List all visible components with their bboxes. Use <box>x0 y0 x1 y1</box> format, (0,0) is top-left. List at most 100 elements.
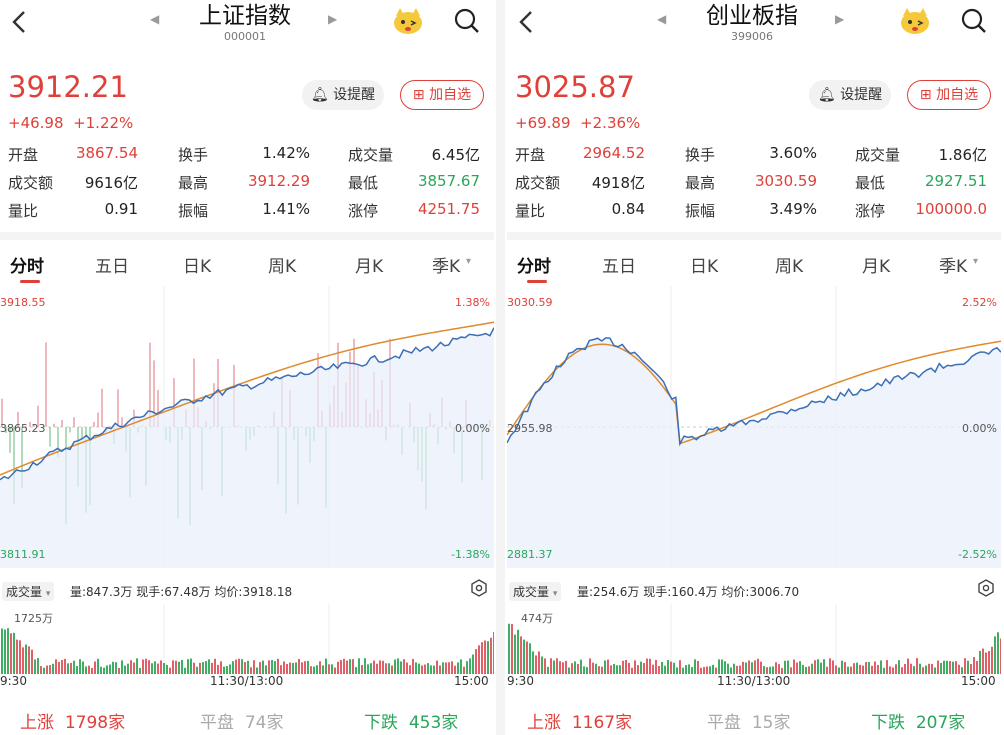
volume-down-bar <box>667 660 669 674</box>
section-separator <box>507 232 1001 240</box>
bell-icon: 🔔︎ <box>310 87 329 103</box>
chevron-left-icon[interactable] <box>6 6 34 36</box>
volume-down-bar <box>43 667 45 674</box>
add-favorite-button[interactable]: ⊞ 加自选 <box>907 80 991 110</box>
volume-up-bar <box>160 660 162 674</box>
volume-up-bar <box>475 649 477 674</box>
tab-5[interactable]: 季K <box>432 252 460 277</box>
volume-down-bar <box>967 660 969 674</box>
search-icon[interactable] <box>452 6 482 36</box>
volume-down-bar <box>961 667 963 674</box>
advancers-label: 上涨 <box>527 713 561 733</box>
mascot-icon[interactable] <box>899 6 931 36</box>
volume-chart-svg <box>1 604 494 674</box>
volume-down-bar <box>82 661 84 674</box>
volume-up-bar <box>538 651 540 674</box>
volume-down-bar <box>745 662 747 674</box>
triangle-right-icon[interactable]: ▶ <box>328 12 337 26</box>
volume-down-bar <box>580 659 582 674</box>
volume-up-bar <box>493 632 494 674</box>
unchanged[interactable]: 平盘 15家 <box>707 708 790 733</box>
tab-1[interactable]: 五日 <box>602 252 636 277</box>
intraday-chart[interactable]: 3030.59 2955.98 2881.37 2.52% 0.00% -2.5… <box>507 286 1001 568</box>
volume-max-label: 1725万 <box>14 612 53 625</box>
volume-up-bar <box>775 662 777 674</box>
triangle-right-icon[interactable]: ▶ <box>835 12 844 26</box>
volume-up-bar <box>742 661 744 674</box>
volume-up-bar <box>859 664 861 674</box>
tab-2[interactable]: 日K <box>183 252 211 277</box>
add-favorite-button[interactable]: ⊞ 加自选 <box>400 80 484 110</box>
search-icon[interactable] <box>959 6 989 36</box>
volume-down-bar <box>724 661 726 674</box>
volume-up-bar <box>145 658 147 674</box>
volume-down-bar <box>913 666 915 674</box>
decliners[interactable]: 下跌 207家 <box>871 708 965 733</box>
settings-icon[interactable] <box>470 579 488 597</box>
volume-down-bar <box>613 663 615 674</box>
volume-down-bar <box>784 660 786 674</box>
volume-up-bar <box>478 645 480 674</box>
y-mid-label: 3865.23 <box>0 422 46 435</box>
tab-1[interactable]: 五日 <box>95 252 129 277</box>
stat-value: 3857.67 <box>417 172 480 190</box>
volume-selector[interactable]: 成交量 ▾ <box>509 582 562 601</box>
volume-down-bar <box>733 663 735 674</box>
advancers[interactable]: 上涨 1798家 <box>20 708 125 733</box>
intraday-chart[interactable]: 3918.55 3865.23 3811.91 1.38% 0.00% -1.3… <box>0 286 494 568</box>
unchanged[interactable]: 平盘 74家 <box>200 708 283 733</box>
tab-4[interactable]: 月K <box>355 252 383 277</box>
volume-up-bar <box>643 663 645 674</box>
volume-up-bar <box>214 658 216 674</box>
volume-up-bar <box>445 662 447 674</box>
bell-icon: 🔔︎ <box>817 87 836 103</box>
volume-down-bar <box>397 658 399 674</box>
price-area <box>507 337 1001 568</box>
change-percent: +1.22% <box>73 114 134 132</box>
volume-down-bar <box>196 666 198 674</box>
settings-icon[interactable] <box>977 579 995 597</box>
volume-selector[interactable]: 成交量 ▾ <box>2 582 55 601</box>
chart-tabs: 分时 五日 日K 周K 月K 季K ▾ <box>507 246 1001 284</box>
volume-up-bar <box>64 658 66 674</box>
volume-up-bar <box>844 662 846 674</box>
set-reminder-button[interactable]: 🔔︎ 设提醒 <box>302 80 384 110</box>
volume-up-bar <box>625 660 627 674</box>
tab-3[interactable]: 周K <box>775 252 803 277</box>
chevron-left-icon[interactable] <box>513 6 541 36</box>
stat-label: 换手 <box>685 146 716 164</box>
volume-chart-svg <box>508 604 1001 674</box>
volume-up-bar <box>889 666 891 674</box>
volume-down-bar <box>166 664 168 674</box>
tab-2[interactable]: 日K <box>690 252 718 277</box>
mascot-icon[interactable] <box>392 6 424 36</box>
index-title: 上证指数 <box>199 3 291 29</box>
volume-up-bar <box>337 661 339 674</box>
volume-up-bar <box>484 640 486 674</box>
price-change: +69.89 +2.36% <box>515 114 640 132</box>
stat-label: 成交量 <box>348 146 394 164</box>
volume-up-bar <box>130 660 132 674</box>
volume-down-bar <box>940 663 942 674</box>
volume-up-bar <box>46 665 48 674</box>
stat-item: 涨停 4251.75 <box>348 200 480 222</box>
tab-3[interactable]: 周K <box>268 252 296 277</box>
volume-up-bar <box>778 664 780 674</box>
volume-down-bar <box>919 663 921 674</box>
tab-0[interactable]: 分时 <box>10 252 44 277</box>
volume-up-bar <box>199 662 201 674</box>
index-panel-chinext: ◀ 创业板指 399006 ▶ 3025.87 +69.89 +2.36% 🔔︎… <box>507 0 1001 735</box>
stat-label: 量比 <box>515 202 546 220</box>
volume-down-bar <box>583 666 585 674</box>
set-reminder-button[interactable]: 🔔︎ 设提醒 <box>809 80 891 110</box>
volume-down-bar <box>841 660 843 674</box>
advancers[interactable]: 上涨 1167家 <box>527 708 632 733</box>
volume-selector-label: 成交量 <box>513 585 550 599</box>
volume-up-bar <box>142 659 144 674</box>
tab-0[interactable]: 分时 <box>517 252 551 277</box>
volume-up-bar <box>334 667 336 674</box>
volume-up-bar <box>436 660 438 674</box>
tab-5[interactable]: 季K <box>939 252 967 277</box>
tab-4[interactable]: 月K <box>862 252 890 277</box>
decliners[interactable]: 下跌 453家 <box>364 708 458 733</box>
